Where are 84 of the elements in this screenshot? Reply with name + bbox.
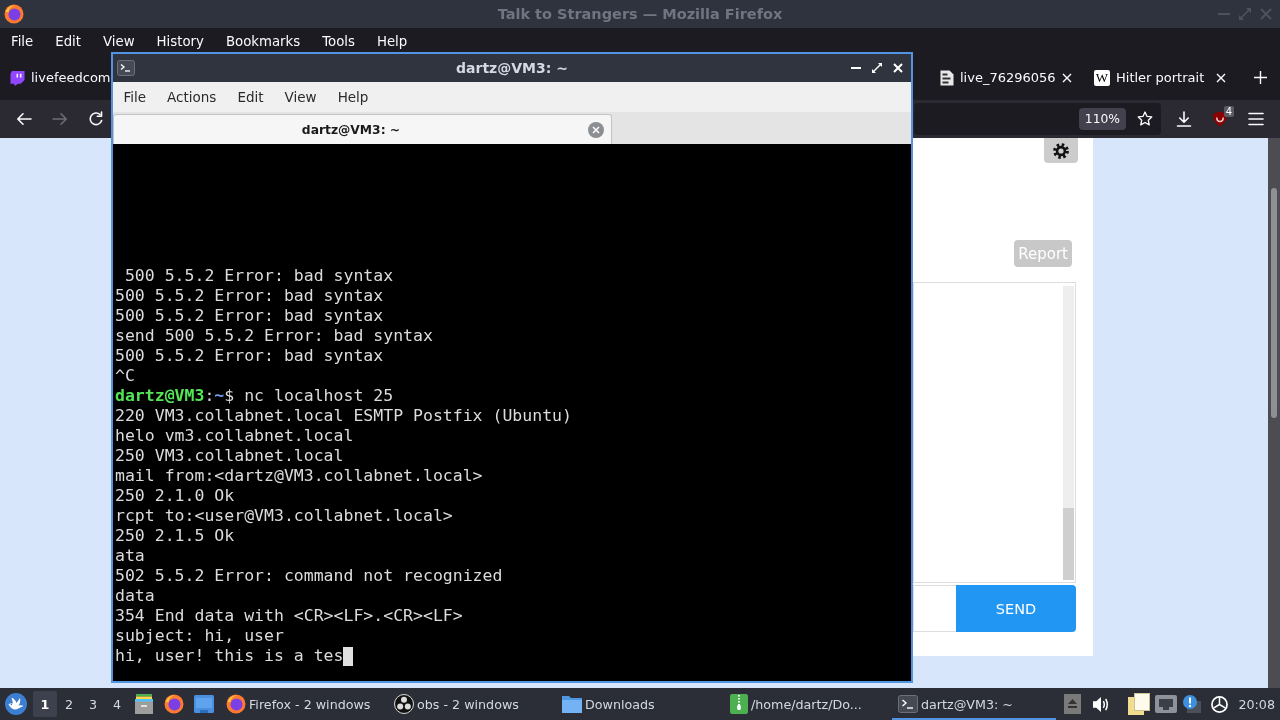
menu-icon xyxy=(1248,112,1264,126)
menu-item[interactable]: View xyxy=(274,89,328,105)
menu-item[interactable]: Bookmarks xyxy=(214,31,312,52)
shield-icon xyxy=(1212,111,1228,127)
app-logo-icon xyxy=(226,694,246,714)
terminal-line: 502 5.5.2 Error: command not recognized xyxy=(115,566,503,586)
address-bar[interactable]: 110% xyxy=(914,103,1161,135)
window-title: Talk to Strangers — Mozilla Firefox xyxy=(497,6,783,22)
plus-icon xyxy=(1253,71,1267,84)
terminal-line: ata xyxy=(115,546,145,566)
alert-icon[interactable] xyxy=(1183,695,1202,713)
workspace-button[interactable]: 2 xyxy=(57,691,81,717)
taskbar-button[interactable]: Firefox - 2 windows xyxy=(220,688,384,720)
message-field[interactable] xyxy=(913,585,956,632)
scrollbar[interactable] xyxy=(1268,138,1280,688)
menu-item[interactable]: Tools xyxy=(311,31,366,52)
document-icon xyxy=(940,69,954,86)
terminal-icon xyxy=(117,60,135,76)
taskbar-button[interactable]: Downloads xyxy=(556,688,720,720)
terminal-line: 220 VM3.collabnet.local ESMTP Postfix (Ubuntu) xyxy=(115,406,572,426)
terminal-line: 250 VM3.collabnet.local xyxy=(115,446,344,466)
back-arrow-icon xyxy=(16,111,32,127)
speaker-icon[interactable] xyxy=(1093,694,1110,714)
terminal-line: 500 5.5.2 Error: bad syntax xyxy=(115,306,384,326)
download-icon xyxy=(1176,111,1192,127)
workspace-button[interactable]: 4 xyxy=(105,691,129,717)
terminal-line: send 500 5.5.2 Error: bad syntax xyxy=(115,326,433,346)
menu-item[interactable]: History xyxy=(145,31,215,52)
settings-button[interactable] xyxy=(1044,138,1078,163)
chat-bubble-icon xyxy=(10,69,25,86)
terminal-line: mail from:<dartz@VM3.collabnet.local> xyxy=(115,466,483,486)
terminal-line: data xyxy=(115,586,155,606)
three-circles-icon xyxy=(394,694,414,714)
file-cabinet-icon[interactable] xyxy=(134,694,154,714)
window-title: dartz@VM3: ~ xyxy=(456,60,568,76)
three-spoke-circle-icon[interactable] xyxy=(1211,695,1229,713)
zoom-button[interactable]: 110% xyxy=(1078,108,1126,130)
taskbar-button[interactable]: obs - 2 windows xyxy=(388,688,552,720)
notepad-icon[interactable] xyxy=(1128,693,1151,715)
terminal-line: rcpt to:<user@VM3.collabnet.local> xyxy=(115,506,453,526)
browser-tab[interactable]: livefeedcom xyxy=(0,60,111,95)
star-icon xyxy=(1137,111,1153,127)
terminal-line: helo vm3.collabnet.local xyxy=(115,426,354,446)
terminal-line: 250 2.1.0 Ok xyxy=(115,486,235,506)
menu-item[interactable]: View xyxy=(92,31,146,52)
taskbar-button[interactable]: dartz@VM3: ~ xyxy=(892,688,1056,720)
clock[interactable]: 20:08 xyxy=(1238,696,1275,712)
settings-icon xyxy=(1053,142,1069,159)
letter-tile-icon: W xyxy=(1094,69,1110,86)
terminal-line: dartz@VM3:~$ nc localhost 25 xyxy=(115,386,394,406)
menu-item[interactable]: Help xyxy=(327,89,379,105)
menu-item[interactable]: Help xyxy=(365,31,419,52)
scrollbar[interactable] xyxy=(1063,286,1074,580)
app-logo-icon xyxy=(4,4,24,24)
notification-badge: 4 xyxy=(1223,106,1234,117)
workspace-button[interactable]: 3 xyxy=(81,691,105,717)
terminal-line: ^C xyxy=(115,366,135,386)
bird-icon[interactable] xyxy=(5,693,27,715)
terminal-line: 500 5.5.2 Error: bad syntax xyxy=(123,266,394,286)
eject-icon[interactable] xyxy=(1064,694,1082,714)
extension-button[interactable]: 4 xyxy=(1204,104,1236,134)
archive-icon xyxy=(730,694,748,714)
terminal-tab[interactable]: dartz@VM3: ~ xyxy=(113,114,612,144)
menu-item[interactable]: File xyxy=(113,89,157,105)
reload-icon xyxy=(88,111,104,127)
terminal-line: 500 5.5.2 Error: bad syntax xyxy=(115,286,384,306)
menu-item[interactable]: File xyxy=(0,31,45,52)
terminal-line: 250 2.1.5 Ok xyxy=(115,526,235,546)
forward-arrow-icon xyxy=(52,111,68,127)
terminal-line: subject: hi, user xyxy=(115,626,284,646)
terminal-icon xyxy=(898,695,918,713)
menu-item[interactable]: Edit xyxy=(44,31,92,52)
browser-tab[interactable]: live_76296056 xyxy=(932,60,1080,95)
taskbar-button[interactable]: /home/dartz/Do... xyxy=(724,688,888,720)
menu-item[interactable]: Actions xyxy=(156,89,227,105)
app-logo-icon[interactable] xyxy=(164,694,184,714)
menu-item[interactable]: Edit xyxy=(226,89,275,105)
browser-tab[interactable]: W Hitler portrait xyxy=(1086,60,1234,95)
terminal-line: 500 5.5.2 Error: bad syntax xyxy=(115,346,384,366)
network-port-icon[interactable] xyxy=(1155,695,1178,713)
workspace-button[interactable]: 1 xyxy=(33,691,57,717)
terminal-line: hi, user! this is a tes xyxy=(115,646,344,666)
terminal-line: 354 End data with <CR><LF>.<CR><LF> xyxy=(115,606,463,626)
folder-icon xyxy=(562,695,582,713)
